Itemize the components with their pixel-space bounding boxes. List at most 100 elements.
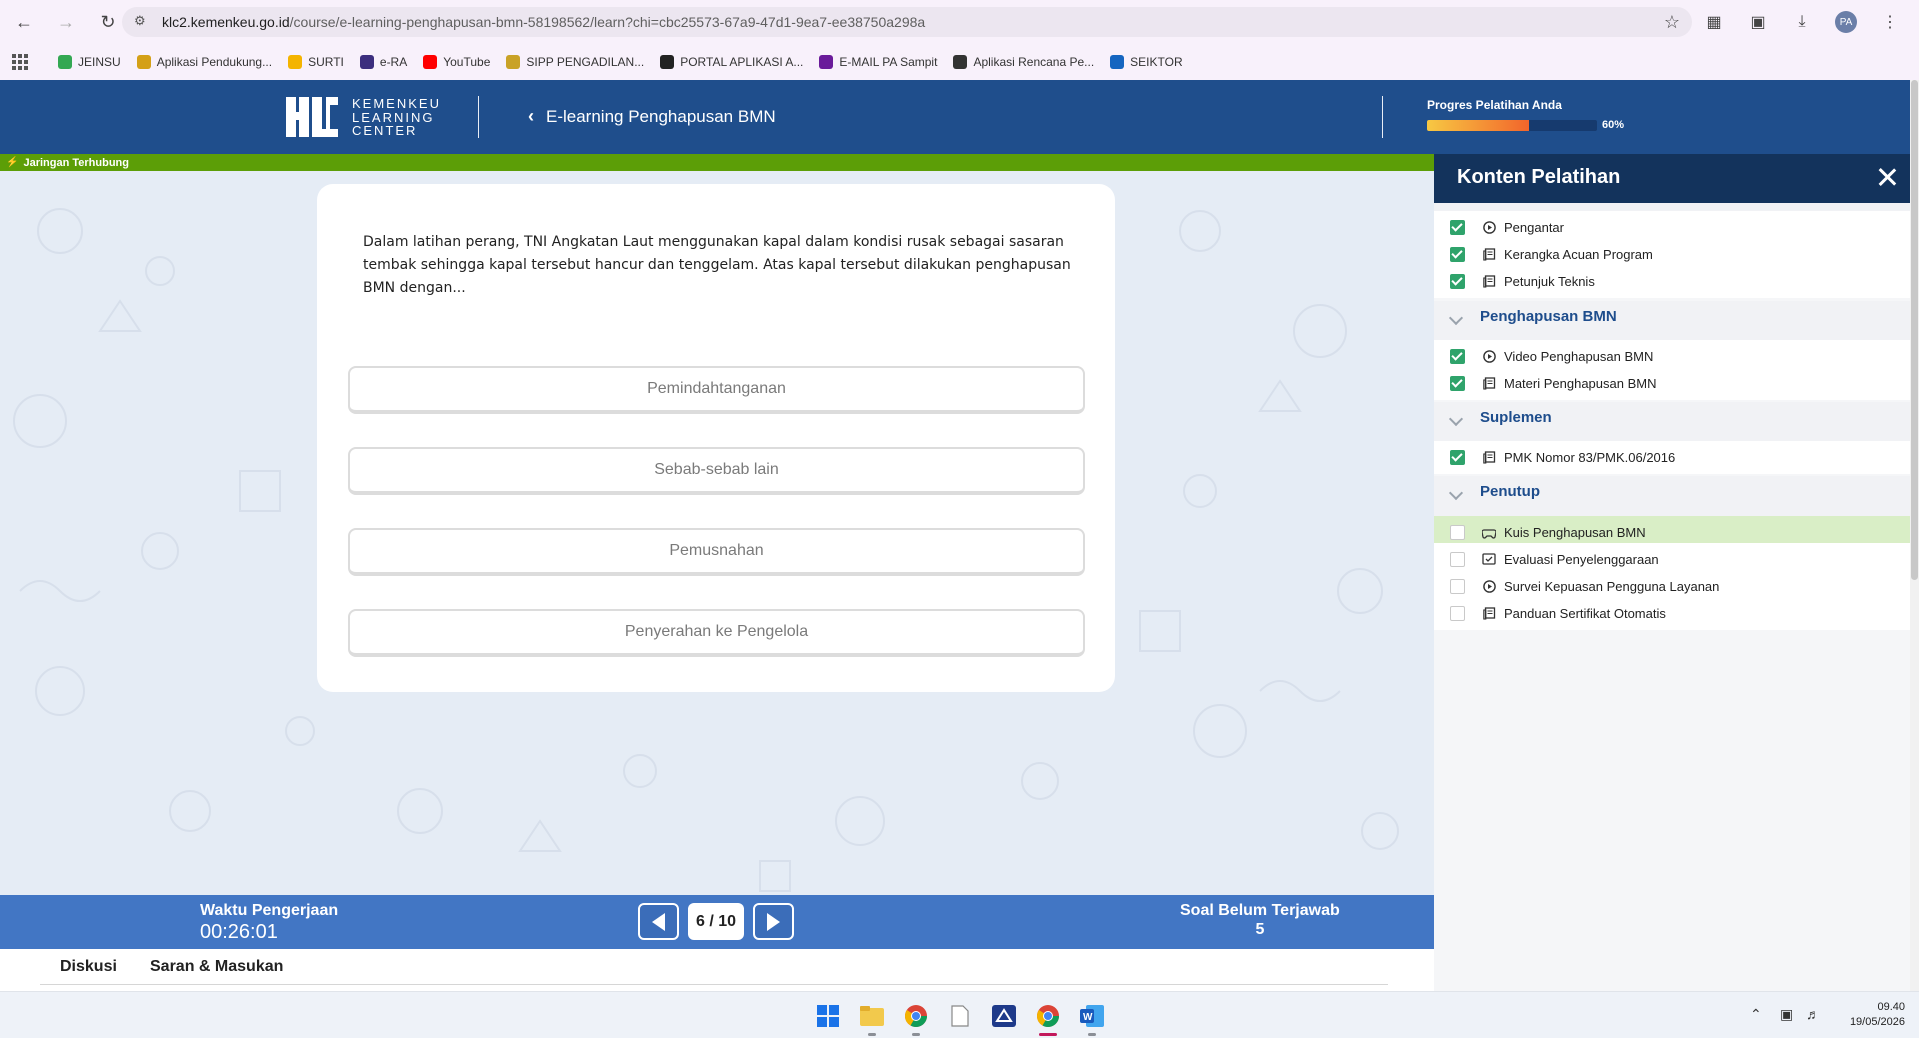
completed-checkbox (1450, 450, 1465, 465)
bookmark-favicon-icon (660, 55, 675, 69)
network-status-text: Jaringan Terhubung (23, 156, 129, 169)
bookmark-item[interactable]: e-RA (359, 55, 407, 69)
answer-option[interactable]: Pemusnahan (348, 528, 1085, 576)
chevron-down-icon (1448, 411, 1464, 427)
menu-kebab-icon[interactable]: ⋮ (1879, 11, 1901, 33)
sidebar-section-label: Penghapusan BMN (1480, 308, 1617, 325)
answer-option[interactable]: Sebab-sebab lain (348, 447, 1085, 495)
clock-date: 19/05/2026 (1849, 1016, 1905, 1028)
bookmark-label: E-MAIL PA Sampit (839, 55, 938, 69)
completed-checkbox (1450, 376, 1465, 391)
bookmark-favicon-icon (136, 55, 151, 69)
sidebar-section-header[interactable]: Penutup (1434, 476, 1910, 519)
file-icon[interactable] (947, 1003, 973, 1029)
bookmark-item[interactable]: SIPP PENGADILAN... (506, 55, 644, 69)
profile-avatar[interactable]: PA (1835, 11, 1857, 33)
incomplete-checkbox (1450, 552, 1465, 567)
tab-diskusi[interactable]: Diskusi (60, 958, 117, 976)
sidebar-header: Konten Pelatihan (1434, 154, 1910, 203)
forward-button[interactable]: → (52, 8, 80, 36)
scrollbar-thumb[interactable] (1911, 80, 1918, 580)
course-content-sidebar: Konten Pelatihan PendahuluanPengantarKer… (1434, 154, 1910, 991)
sidebar-item[interactable]: Petunjuk Teknis (1434, 265, 1910, 298)
completed-checkbox (1450, 247, 1465, 262)
completed-checkbox (1450, 349, 1465, 364)
apps-grid-icon[interactable] (12, 54, 28, 70)
sidebar-section-header[interactable]: Suplemen (1434, 402, 1910, 444)
windows-start-icon[interactable] (815, 1003, 841, 1029)
quiz-footer: Waktu Pengerjaan 00:26:01 6 / 10 Soal Be… (0, 895, 1434, 949)
bookmark-favicon-icon (359, 55, 374, 69)
next-question-button[interactable] (753, 903, 794, 940)
sidebar-item[interactable]: Panduan Sertifikat Otomatis (1434, 597, 1910, 630)
previous-question-button[interactable] (638, 903, 679, 940)
unanswered-count: 5 (1255, 921, 1265, 938)
bookmark-item[interactable]: PORTAL APLIKASI A... (660, 55, 803, 69)
os-taskbar: W ⌃ ▣ ♬ 09.40 19/05/2026 (0, 991, 1919, 1038)
download-icon[interactable]: ⤓ (1791, 11, 1813, 33)
course-title-link[interactable]: ‹ E-learning Penghapusan BMN (528, 106, 776, 127)
bookmark-label: Aplikasi Pendukung... (156, 55, 273, 69)
bookmark-item[interactable]: JEINSU (58, 55, 121, 69)
bookmark-label: SURTI (308, 55, 344, 69)
bookmark-item[interactable]: E-MAIL PA Sampit (819, 55, 937, 69)
bookmark-favicon-icon (819, 55, 834, 69)
bookmark-item[interactable]: SEIKTOR (1110, 55, 1183, 69)
question-text: Dalam latihan perang, TNI Angkatan Laut … (363, 234, 1071, 296)
sidebar-item[interactable]: PMK Nomor 83/PMK.06/2016 (1434, 441, 1910, 474)
system-clock[interactable]: 09.40 19/05/2026 (1850, 1000, 1905, 1030)
bookmark-item[interactable]: Aplikasi Pendukung... (136, 55, 273, 69)
page-scrollbar[interactable] (1910, 80, 1919, 991)
address-bar[interactable]: ⚙ klc2.kemenkeu.go.id/course/e-learning-… (122, 7, 1692, 37)
sidebar-section-header[interactable]: Penghapusan BMN (1434, 301, 1910, 342)
bookmark-item[interactable]: SURTI (288, 55, 344, 69)
app-icon[interactable] (991, 1003, 1017, 1029)
svg-text:W: W (1083, 1012, 1093, 1023)
word-icon[interactable]: W (1079, 1003, 1105, 1029)
reload-button[interactable]: ↻ (94, 8, 122, 36)
bookmark-favicon-icon (58, 55, 72, 69)
bookmark-label: JEINSU (78, 55, 121, 69)
bookmark-favicon-icon (953, 55, 968, 69)
tabs-divider (40, 984, 1388, 985)
network-icon[interactable]: ▣ (1780, 1006, 1793, 1023)
answer-option[interactable]: Penyerahan ke Pengelola (348, 609, 1085, 657)
close-icon[interactable] (1876, 166, 1898, 188)
file-explorer-icon[interactable] (859, 1003, 885, 1029)
taskbar-indicator-active (1039, 1033, 1057, 1036)
bookmark-label: SIPP PENGADILAN... (526, 55, 645, 69)
chevron-down-icon (1448, 485, 1464, 501)
chrome-profile-icon[interactable] (1035, 1003, 1061, 1029)
logo-text: KEMENKEU LEARNING CENTER (352, 97, 441, 138)
bookmark-item[interactable]: YouTube (423, 55, 490, 69)
clock-time: 09.40 (1877, 1001, 1905, 1013)
progress-label: Progres Pelatihan Anda (1427, 98, 1562, 112)
bookmark-label: SEIKTOR (1130, 55, 1183, 69)
cast-icon[interactable]: ▣ (1747, 11, 1769, 33)
chevron-down-icon (1448, 310, 1464, 326)
progress-percent: 60% (1602, 119, 1625, 131)
sidebar-item[interactable]: Materi Penghapusan BMN (1434, 367, 1910, 400)
survey-icon (1482, 553, 1496, 567)
sidebar-item-label: Kerangka Acuan Program (1504, 247, 1653, 262)
bookmark-item[interactable]: Aplikasi Rencana Pe... (953, 55, 1094, 69)
arrow-right-icon (767, 912, 780, 931)
site-info-icon[interactable]: ⚙ (134, 13, 152, 31)
chevron-up-icon[interactable]: ⌃ (1750, 1006, 1762, 1023)
chrome-icon[interactable] (903, 1003, 929, 1029)
header-divider (1382, 96, 1383, 138)
extensions-icon[interactable]: ▦ (1703, 11, 1725, 33)
completed-checkbox (1450, 220, 1465, 235)
volume-icon[interactable]: ♬ (1806, 1006, 1820, 1022)
arrow-left-icon (652, 912, 665, 931)
unanswered-label: Soal Belum Terjawab (1180, 902, 1340, 919)
bookmark-star-icon[interactable]: ☆ (1664, 12, 1680, 33)
document-icon (1482, 275, 1496, 289)
answer-option[interactable]: Pemindahtanganan (348, 366, 1085, 414)
logo-line: CENTER (352, 123, 418, 138)
document-icon (1482, 377, 1496, 391)
back-button[interactable]: ← (10, 8, 38, 36)
bookmark-favicon-icon (288, 55, 303, 69)
sidebar-item-label: Panduan Sertifikat Otomatis (1504, 606, 1666, 621)
tab-saran-masukan[interactable]: Saran & Masukan (150, 958, 283, 976)
